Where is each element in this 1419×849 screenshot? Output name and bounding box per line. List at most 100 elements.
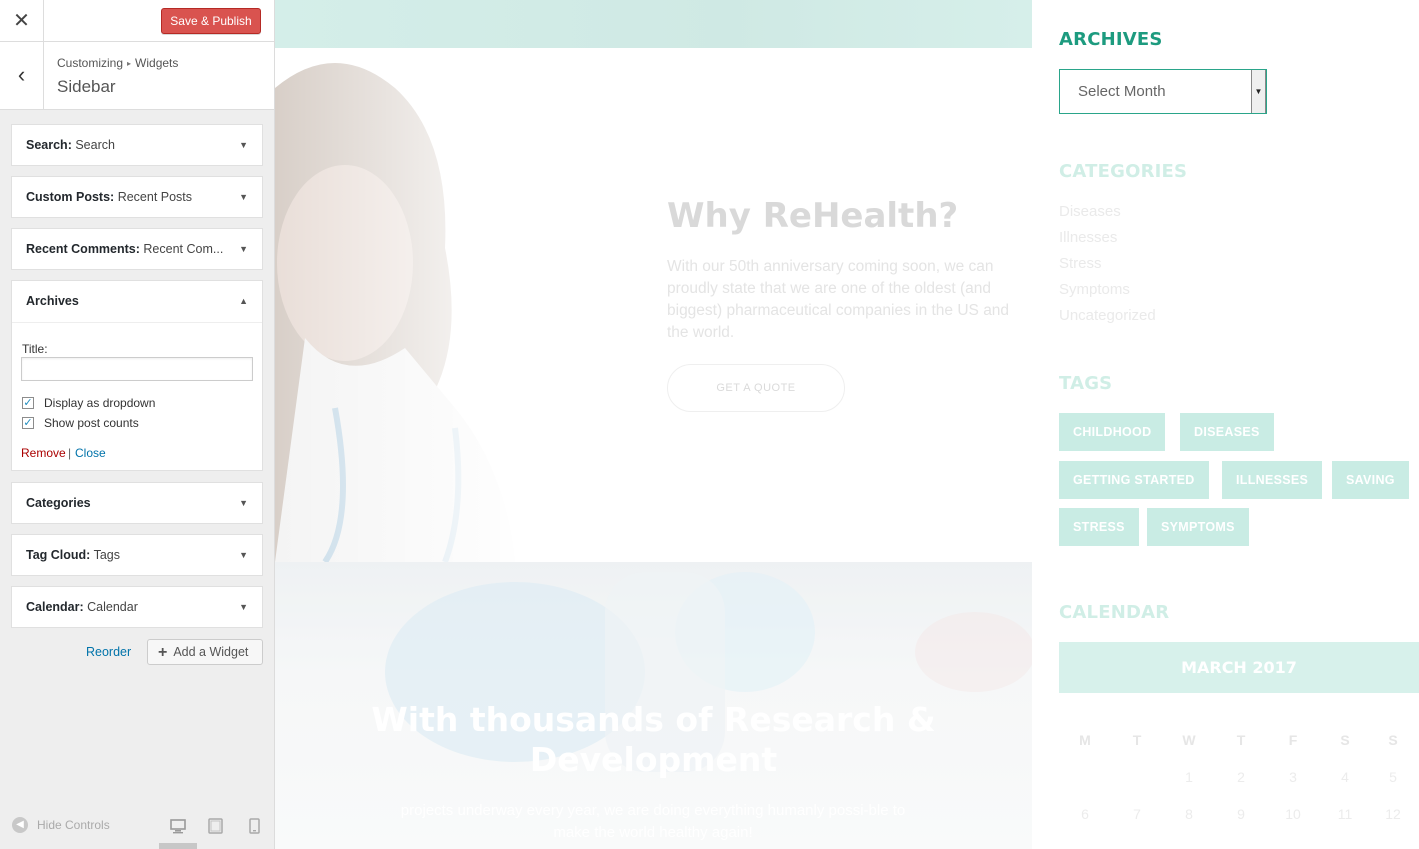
calendar-weekday: S [1388, 732, 1398, 748]
widget-name: Recent Comments: [26, 242, 140, 256]
preview-sidebar: ARCHIVES Select Month ▼ CATEGORIES Disea… [1032, 0, 1419, 849]
widget-name: Archives [26, 294, 79, 308]
show-counts-label: Show post counts [44, 416, 139, 430]
site-preview: Why ReHealth? With our 50th anniversary … [275, 0, 1419, 849]
category-link[interactable]: Uncategorized [1059, 307, 1156, 324]
header-band [275, 0, 1032, 48]
collapse-arrow-icon[interactable]: ▲ [239, 281, 248, 321]
remove-link[interactable]: Remove [21, 446, 66, 460]
calendar-day: 6 [1081, 806, 1089, 822]
archives-select[interactable]: Select Month ▼ [1059, 69, 1267, 114]
title-label: Title: [22, 342, 48, 356]
category-link[interactable]: Stress [1059, 255, 1102, 272]
expand-arrow-icon[interactable]: ▼ [239, 587, 248, 627]
widget-name: Categories [26, 496, 91, 510]
calendar-day: 1 [1185, 769, 1193, 785]
widget-categories[interactable]: Categories ▼ [11, 482, 263, 524]
widget-subtitle: Search [75, 138, 115, 152]
active-device-indicator [159, 843, 197, 849]
tag-link[interactable]: SAVING [1332, 461, 1409, 499]
archives-form: Title: ✓ Display as dropdown ✓ Show post… [12, 322, 262, 470]
tag-link[interactable]: SYMPTOMS [1147, 508, 1249, 546]
calendar-day: 10 [1285, 806, 1301, 822]
chevron-down-icon[interactable]: ▼ [1251, 70, 1266, 113]
customizer-footer: ◀ Hide Controls [0, 806, 274, 849]
calendar-day: 9 [1237, 806, 1245, 822]
calendar-day: 8 [1185, 806, 1193, 822]
back-arrow-icon[interactable]: ‹ [0, 42, 44, 109]
research-text: projects underway every year, we are doi… [400, 802, 906, 841]
collapse-circle-icon: ◀ [12, 817, 28, 833]
tag-link[interactable]: DISEASES [1180, 413, 1274, 451]
section-title: Sidebar [57, 77, 116, 96]
calendar-day: 3 [1289, 769, 1297, 785]
breadcrumb-section: Widgets [135, 56, 179, 70]
widget-search[interactable]: Search: Search ▼ [11, 124, 263, 166]
add-widget-button[interactable]: + Add a Widget [147, 639, 263, 665]
title-input[interactable] [21, 357, 253, 381]
calendar-day: 4 [1341, 769, 1349, 785]
close-icon[interactable]: ✕ [0, 0, 44, 42]
widget-calendar[interactable]: Calendar: Calendar ▼ [11, 586, 263, 628]
tag-link[interactable]: STRESS [1059, 508, 1139, 546]
hide-controls-label: Hide Controls [37, 818, 110, 832]
research-section: With thousands of Research & Development… [275, 562, 1032, 849]
widget-name: Calendar: [26, 600, 84, 614]
calendar-title: CALENDAR [1059, 602, 1170, 623]
expand-arrow-icon[interactable]: ▼ [239, 535, 248, 575]
tags-title: TAGS [1059, 373, 1113, 394]
tablet-icon[interactable] [208, 818, 223, 834]
widget-tag-cloud[interactable]: Tag Cloud: Tags ▼ [11, 534, 263, 576]
breadcrumb-separator-icon: ▸ [127, 59, 132, 68]
widget-archives-header[interactable]: Archives [12, 281, 262, 321]
add-widget-label: Add a Widget [173, 645, 249, 659]
expand-arrow-icon[interactable]: ▼ [239, 177, 248, 217]
widget-archives: Archives ▲ Title: ✓ Display as dropdown … [11, 280, 263, 471]
section-header: ‹ Customizing ▸ Widgets Sidebar [0, 42, 274, 110]
calendar-day: 7 [1133, 806, 1141, 822]
hero-heading: Why ReHealth? [667, 196, 959, 236]
display-dropdown-checkbox[interactable]: ✓ [22, 397, 34, 409]
close-link[interactable]: Close [75, 446, 106, 460]
expand-arrow-icon[interactable]: ▼ [239, 125, 248, 165]
get-quote-button[interactable]: GET A QUOTE [667, 364, 845, 412]
customizer-header: ✕ Save & Publish [0, 0, 274, 42]
research-heading: With thousands of Research & Development [371, 700, 936, 779]
breadcrumb: Customizing ▸ Widgets [57, 56, 178, 70]
tag-link[interactable]: ILLNESSES [1222, 461, 1323, 499]
show-counts-checkbox[interactable]: ✓ [22, 417, 34, 429]
widget-subtitle: Calendar [87, 600, 138, 614]
calendar-weekday: S [1340, 732, 1350, 748]
expand-arrow-icon[interactable]: ▼ [239, 483, 248, 523]
widget-subtitle: Recent Posts [117, 190, 193, 204]
calendar-day: 11 [1337, 806, 1353, 822]
hero-section: Why ReHealth? With our 50th anniversary … [275, 48, 1032, 562]
widget-custom-posts[interactable]: Custom Posts: Recent Posts ▼ [11, 176, 263, 218]
link-separator: | [68, 446, 72, 460]
customizer-panel: ✕ Save & Publish ‹ Customizing ▸ Widgets S… [0, 0, 275, 849]
display-dropdown-option[interactable]: ✓ Display as dropdown [22, 396, 155, 410]
archives-select-value: Select Month [1078, 83, 1166, 100]
tag-link[interactable]: GETTING STARTED [1059, 461, 1209, 499]
mobile-icon[interactable] [249, 818, 260, 834]
show-counts-option[interactable]: ✓ Show post counts [22, 416, 139, 430]
hide-controls-button[interactable]: ◀ Hide Controls [12, 817, 110, 833]
display-dropdown-label: Display as dropdown [44, 396, 156, 410]
widget-subtitle: Recent Com... [143, 242, 224, 256]
save-publish-button[interactable]: Save & Publish [161, 8, 261, 34]
doctor-photo [275, 48, 535, 562]
category-link[interactable]: Diseases [1059, 203, 1121, 220]
expand-arrow-icon[interactable]: ▼ [239, 229, 248, 269]
widget-recent-comments[interactable]: Recent Comments: Recent Com... ▼ [11, 228, 263, 270]
widget-name: Search: [26, 138, 72, 152]
plus-icon: + [158, 644, 168, 661]
reorder-link[interactable]: Reorder [86, 645, 131, 659]
tag-link[interactable]: CHILDHOOD [1059, 413, 1166, 451]
category-link[interactable]: Symptoms [1059, 281, 1130, 298]
calendar-day: 12 [1385, 806, 1401, 822]
calendar-weekday: T [1236, 732, 1246, 748]
desktop-icon[interactable] [170, 818, 186, 834]
calendar-day: 2 [1237, 769, 1245, 785]
calendar-weekday: M [1079, 732, 1091, 748]
category-link[interactable]: Illnesses [1059, 229, 1117, 246]
